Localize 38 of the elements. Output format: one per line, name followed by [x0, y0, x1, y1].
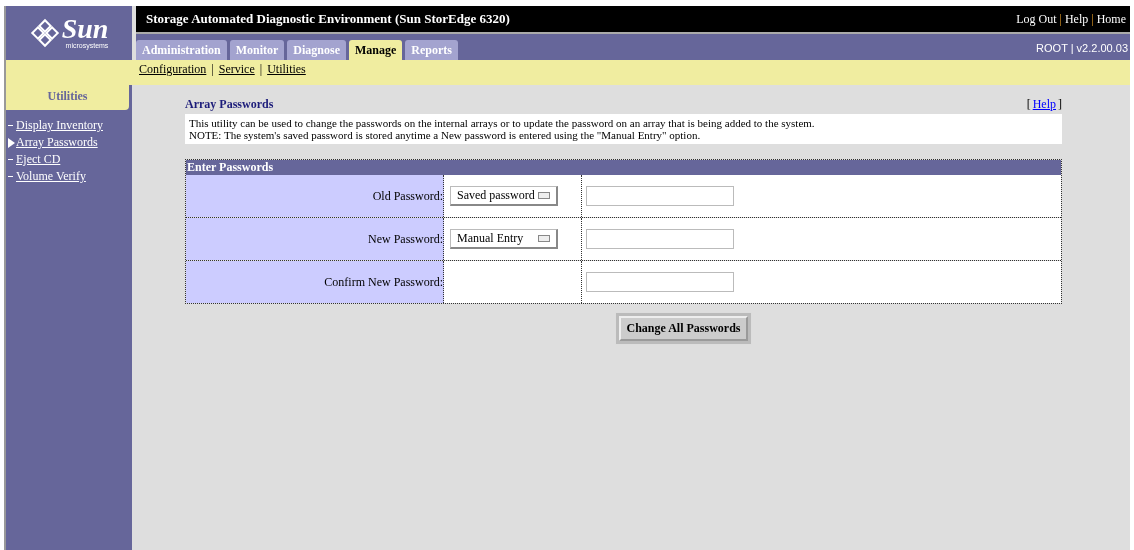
header-link[interactable]: Help [1064, 11, 1089, 27]
sidebar-link[interactable]: Display Inventory [16, 118, 103, 133]
separator: | [1059, 11, 1062, 27]
dropdown[interactable]: Manual Entry [450, 229, 558, 249]
password-field[interactable] [586, 272, 734, 292]
logo-wordmark: Sun [61, 16, 109, 42]
bracket: ] [1058, 97, 1062, 112]
separator: | [259, 62, 263, 77]
separator: | [211, 62, 214, 77]
header-link[interactable]: Log Out [1016, 11, 1057, 27]
form-header: Enter Passwords [186, 160, 1061, 175]
sidebar-link[interactable]: Eject CD [16, 152, 61, 167]
description-text: NOTE: The system's saved password is stored anytime a New password is entered using the "Manual Entry" option. [189, 129, 702, 141]
dropdown-icon [538, 192, 550, 199]
description-text: This utility can be used to change the passwords on the internal arrays or to update the password on an array that is being added to the system. [189, 117, 816, 129]
app-title: Storage Automated Diagnostic Environment (Sun StorEdge 6320) [146, 11, 510, 27]
form-label: New Password: [186, 218, 444, 260]
sun-logo-icon [29, 18, 60, 48]
sidebar-link[interactable]: Volume Verify [16, 169, 86, 184]
sidebar-link[interactable]: Array Passwords [16, 135, 98, 150]
sidebar-title: Utilities [6, 85, 129, 110]
subnav-link[interactable]: Service [218, 62, 255, 77]
form-label: Old Password: [186, 175, 444, 217]
page-title: Array Passwords [185, 97, 274, 112]
subnav-link[interactable]: Utilities [267, 62, 306, 77]
help-link[interactable]: Help [1032, 97, 1056, 112]
form-label: Confirm New Password: [186, 261, 444, 303]
tab[interactable]: Manage [349, 40, 403, 60]
password-field[interactable] [586, 186, 734, 206]
dropdown-icon [538, 235, 550, 242]
change-passwords-button[interactable]: Change All Passwords [619, 316, 748, 341]
bracket: [ [1026, 97, 1031, 112]
separator: | [1091, 11, 1094, 27]
header-link[interactable]: Home [1096, 11, 1126, 27]
user-version: ROOT | v2.2.00.03 [1036, 41, 1129, 54]
password-field[interactable] [586, 229, 734, 249]
dropdown[interactable]: Saved password [450, 186, 558, 206]
subnav-link[interactable]: Configuration [139, 62, 207, 77]
